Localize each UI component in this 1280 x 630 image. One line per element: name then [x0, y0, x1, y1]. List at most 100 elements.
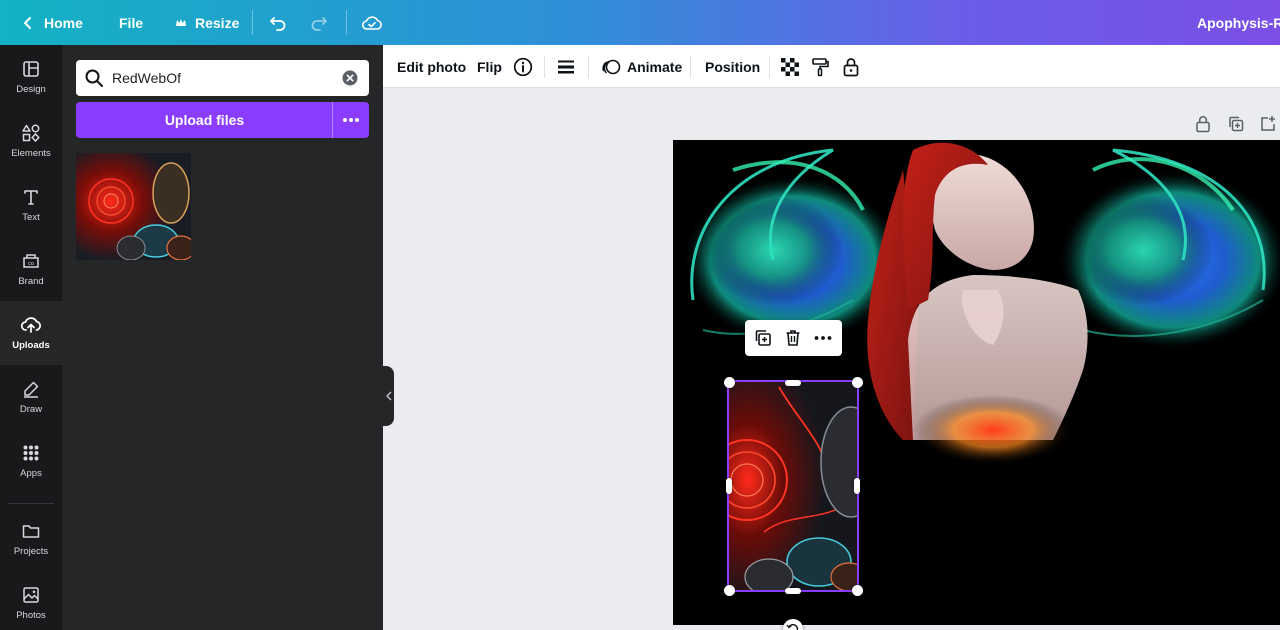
border-style-button[interactable]: [557, 45, 575, 88]
edit-photo-button[interactable]: Edit photo: [397, 45, 466, 88]
upload-more-button[interactable]: [333, 102, 369, 138]
lock-icon: [1196, 116, 1210, 133]
flip-button[interactable]: Flip: [477, 45, 502, 88]
transparency-button[interactable]: [781, 45, 799, 88]
home-button[interactable]: Home: [20, 0, 83, 45]
animate-label: Animate: [627, 58, 683, 75]
duplicate-page-button[interactable]: [1227, 114, 1245, 134]
brand-icon: co: [23, 254, 39, 268]
trash-icon: [786, 330, 800, 346]
chevron-left-icon: [385, 391, 391, 401]
search-input[interactable]: RedWebOf: [76, 60, 369, 96]
delete-element-button[interactable]: [783, 328, 803, 348]
rail-label: Projects: [13, 546, 49, 557]
cloud-upload-icon: [20, 317, 41, 333]
rail-item-uploads[interactable]: Uploads: [0, 301, 62, 365]
topbar-divider: [346, 10, 347, 35]
file-menu-button[interactable]: File: [119, 0, 143, 45]
context-toolbar: Edit photo Flip Animate Position: [383, 45, 1280, 88]
rail-label: Design: [16, 84, 46, 95]
page-lock-button[interactable]: [1195, 114, 1211, 134]
upload-files-button[interactable]: Upload files: [76, 102, 333, 138]
rail-item-projects[interactable]: Projects: [0, 507, 62, 571]
rail-item-brand[interactable]: co Brand: [0, 237, 62, 301]
transparency-icon: [781, 57, 799, 76]
resize-handle-top[interactable]: [785, 380, 801, 386]
rotate-icon: [786, 623, 799, 630]
resize-handle-left[interactable]: [726, 478, 732, 494]
topbar-divider: [252, 10, 253, 35]
search-value[interactable]: RedWebOf: [112, 70, 181, 86]
undo-button[interactable]: [268, 0, 288, 45]
resize-handle-right[interactable]: [854, 478, 860, 494]
edit-photo-label: Edit photo: [397, 58, 467, 75]
redo-button[interactable]: [309, 0, 329, 45]
more-horizontal-icon: [343, 118, 359, 122]
image-icon: [23, 587, 39, 603]
resize-handle-bottom[interactable]: [785, 588, 801, 594]
uploads-panel: RedWebOf Upload files: [62, 45, 383, 630]
folder-icon: [22, 525, 40, 538]
rail-label: Uploads: [12, 340, 50, 351]
toolbar-divider: [769, 56, 770, 78]
undo-icon: [270, 16, 286, 31]
rail-item-text[interactable]: Text: [0, 173, 62, 237]
add-page-button[interactable]: [1259, 114, 1277, 134]
svg-text:co: co: [28, 261, 34, 267]
rotate-handle[interactable]: [783, 619, 803, 630]
collapse-panel-button[interactable]: [383, 366, 394, 426]
rail-label: Draw: [19, 404, 43, 415]
duplicate-icon: [1229, 116, 1244, 132]
flip-label: Flip: [477, 58, 502, 75]
search-icon: [84, 68, 104, 93]
resize-button[interactable]: Resize: [175, 0, 239, 45]
left-rail: Design Elements Text co Brand Uploads Dr…: [0, 45, 62, 630]
add-page-icon: [1261, 116, 1275, 131]
top-bar: Home File Resize Apophysis-Re: [0, 0, 1280, 45]
position-button[interactable]: Position: [705, 45, 760, 88]
selected-image-element[interactable]: [727, 380, 859, 592]
rail-label: Text: [22, 212, 40, 223]
info-button[interactable]: [513, 45, 533, 88]
rail-item-draw[interactable]: Draw: [0, 365, 62, 429]
position-label: Position: [705, 58, 761, 75]
rail-label: Photos: [16, 610, 46, 621]
resize-handle-bottom-right[interactable]: [852, 585, 863, 596]
rail-item-apps[interactable]: Apps: [0, 429, 62, 493]
file-label: File: [119, 14, 144, 31]
redo-icon: [311, 16, 327, 31]
save-status-button[interactable]: [361, 0, 383, 45]
line-weight-icon: [558, 60, 574, 73]
shapes-icon: [22, 124, 40, 143]
resize-label: Resize: [195, 14, 240, 31]
info-icon: [513, 57, 533, 76]
rail-item-elements[interactable]: Elements: [0, 109, 62, 173]
clear-search-icon[interactable]: [342, 70, 358, 91]
paint-roller-icon: [812, 57, 829, 76]
upload-files-group: Upload files: [76, 102, 369, 138]
duplicate-element-button[interactable]: [753, 328, 773, 348]
rail-divider: [8, 503, 54, 504]
toolbar-divider: [588, 56, 589, 78]
animate-icon: [602, 59, 621, 74]
resize-handle-top-right[interactable]: [852, 377, 863, 388]
cloud-check-icon: [361, 15, 382, 30]
animate-button[interactable]: Animate: [601, 45, 682, 88]
resize-handle-top-left[interactable]: [724, 377, 735, 388]
rail-item-photos[interactable]: Photos: [0, 571, 62, 630]
rail-item-design[interactable]: Design: [0, 45, 62, 109]
toolbar-divider: [690, 56, 691, 78]
more-horizontal-icon: [814, 336, 832, 340]
resize-handle-bottom-left[interactable]: [724, 585, 735, 596]
duplicate-icon: [755, 330, 771, 346]
design-title[interactable]: Apophysis-Re: [1197, 15, 1280, 31]
rail-label: Elements: [11, 148, 51, 159]
rail-label: Apps: [20, 468, 42, 479]
copy-style-button[interactable]: [811, 45, 829, 88]
more-options-button[interactable]: [813, 328, 833, 348]
uploaded-image-thumbnail[interactable]: [76, 153, 191, 260]
lock-button[interactable]: [842, 45, 860, 88]
rail-label: Brand: [18, 276, 44, 287]
lock-icon: [843, 57, 859, 76]
layout-icon: [23, 61, 39, 77]
